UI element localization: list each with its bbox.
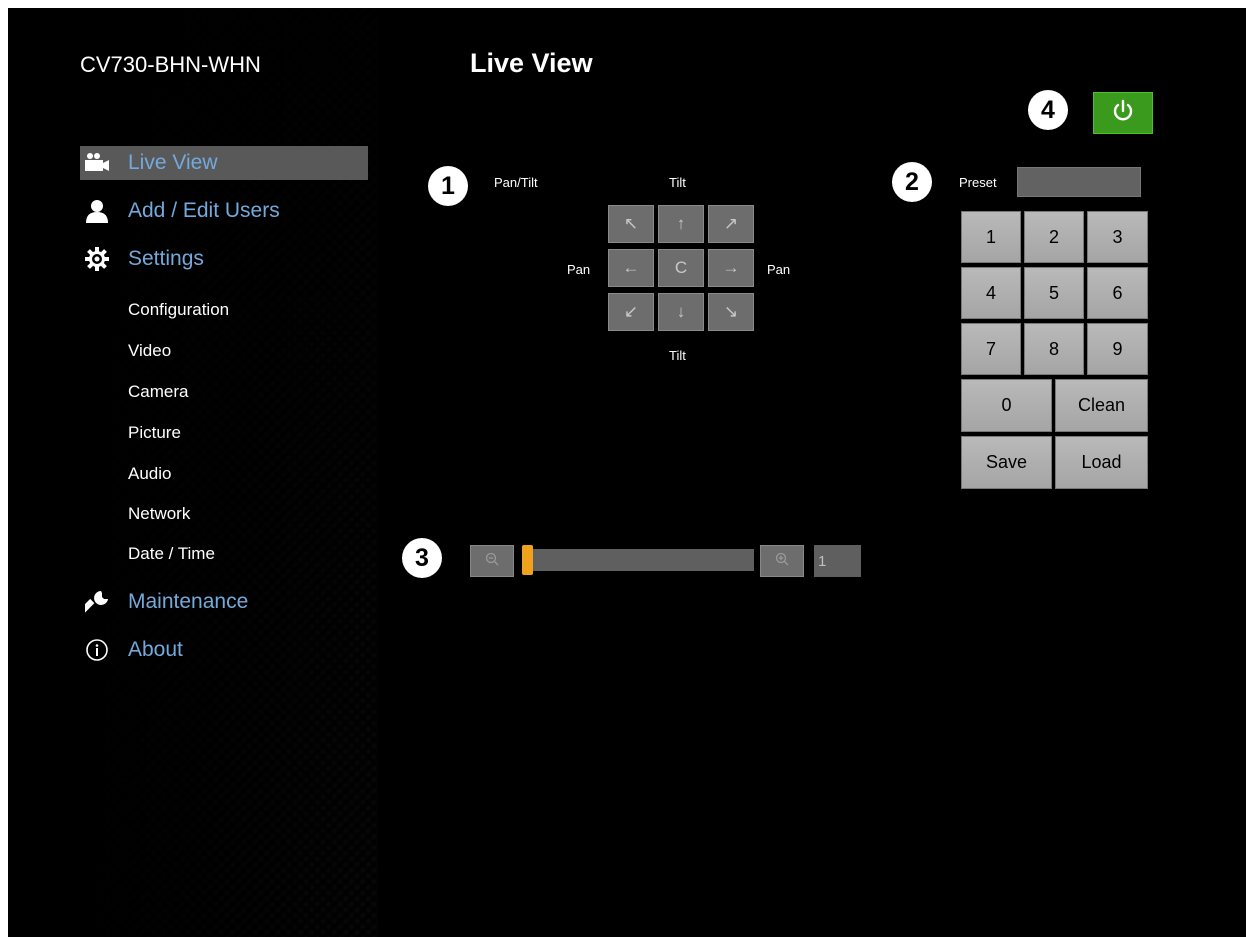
device-name: CV730-BHN-WHN — [80, 52, 261, 77]
sidebar: CV730-BHN-WHN Live View Add / Edit Users… — [8, 8, 378, 937]
info-icon — [84, 637, 110, 663]
power-button[interactable] — [1093, 92, 1153, 134]
ptz-down-right-button[interactable]: ↘ — [708, 293, 754, 331]
callout-badge-2: 2 — [892, 162, 932, 202]
preset-key-8[interactable]: 8 — [1024, 323, 1084, 375]
preset-key-1[interactable]: 1 — [961, 211, 1021, 263]
zoom-slider-thumb[interactable] — [522, 545, 533, 575]
preset-key-2[interactable]: 2 — [1024, 211, 1084, 263]
preset-key-6[interactable]: 6 — [1087, 267, 1148, 319]
ptz-left-button[interactable]: ← — [608, 249, 654, 287]
preset-key-5[interactable]: 5 — [1024, 267, 1084, 319]
zoom-in-button[interactable] — [760, 545, 804, 577]
preset-key-9[interactable]: 9 — [1087, 323, 1148, 375]
preset-save-button[interactable]: Save — [961, 436, 1052, 489]
pan-right-label: Pan — [767, 262, 791, 277]
nav-add-edit-users[interactable]: Add / Edit Users — [80, 194, 368, 228]
pan-tilt-label: Pan/Tilt — [494, 175, 538, 190]
ptz-up-left-button[interactable]: ↖ — [608, 205, 654, 243]
preset-key-7[interactable]: 7 — [961, 323, 1021, 375]
subnav-audio[interactable]: Audio — [128, 464, 171, 484]
ptz-up-button[interactable]: ↑ — [658, 205, 704, 243]
callout-badge-4: 4 — [1028, 90, 1068, 130]
app-window: CV730-BHN-WHN Live View Add / Edit Users… — [8, 8, 1246, 937]
preset-key-4[interactable]: 4 — [961, 267, 1021, 319]
ptz-right-button[interactable]: → — [708, 249, 754, 287]
pan-left-label: Pan — [567, 262, 591, 277]
callout-badge-3: 3 — [402, 538, 442, 578]
nav-live-view-label: Live View — [128, 151, 218, 174]
nav-maintenance[interactable]: Maintenance — [80, 585, 368, 619]
preset-label: Preset — [959, 175, 997, 190]
wrench-icon — [84, 589, 110, 615]
subnav-date-time[interactable]: Date / Time — [128, 544, 215, 564]
subnav-camera[interactable]: Camera — [128, 382, 188, 402]
preset-key-3[interactable]: 3 — [1087, 211, 1148, 263]
gear-icon — [84, 246, 110, 272]
user-icon — [84, 198, 110, 224]
zoom-out-icon — [485, 552, 499, 571]
nav-settings-label: Settings — [128, 247, 204, 270]
nav-live-view[interactable]: Live View — [80, 146, 368, 180]
ptz-center-button[interactable]: C — [658, 249, 704, 287]
nav-about-label: About — [128, 638, 183, 661]
subnav-network[interactable]: Network — [128, 504, 190, 524]
zoom-slider-track[interactable] — [522, 549, 754, 571]
ptz-down-left-button[interactable]: ↙ — [608, 293, 654, 331]
nav-add-edit-users-label: Add / Edit Users — [128, 199, 280, 222]
preset-load-button[interactable]: Load — [1055, 436, 1148, 489]
zoom-out-button[interactable] — [470, 545, 514, 577]
nav-settings[interactable]: Settings — [80, 242, 368, 276]
tilt-bottom-label: Tilt — [669, 348, 686, 363]
preset-input[interactable] — [1017, 167, 1141, 197]
ptz-up-right-button[interactable]: ↗ — [708, 205, 754, 243]
preset-key-0[interactable]: 0 — [961, 379, 1052, 432]
zoom-value-field[interactable]: 1 — [814, 545, 861, 577]
tilt-top-label: Tilt — [669, 175, 686, 190]
callout-badge-1: 1 — [428, 166, 468, 206]
camcorder-icon — [84, 150, 110, 176]
zoom-in-icon — [775, 552, 789, 571]
subnav-configuration[interactable]: Configuration — [128, 300, 229, 320]
nav-maintenance-label: Maintenance — [128, 590, 249, 613]
preset-clean-button[interactable]: Clean — [1055, 379, 1148, 432]
subnav-video[interactable]: Video — [128, 341, 171, 361]
power-icon — [1111, 99, 1135, 128]
page-title: Live View — [470, 48, 593, 78]
ptz-down-button[interactable]: ↓ — [658, 293, 704, 331]
nav-about[interactable]: About — [80, 633, 368, 667]
subnav-picture[interactable]: Picture — [128, 423, 181, 443]
